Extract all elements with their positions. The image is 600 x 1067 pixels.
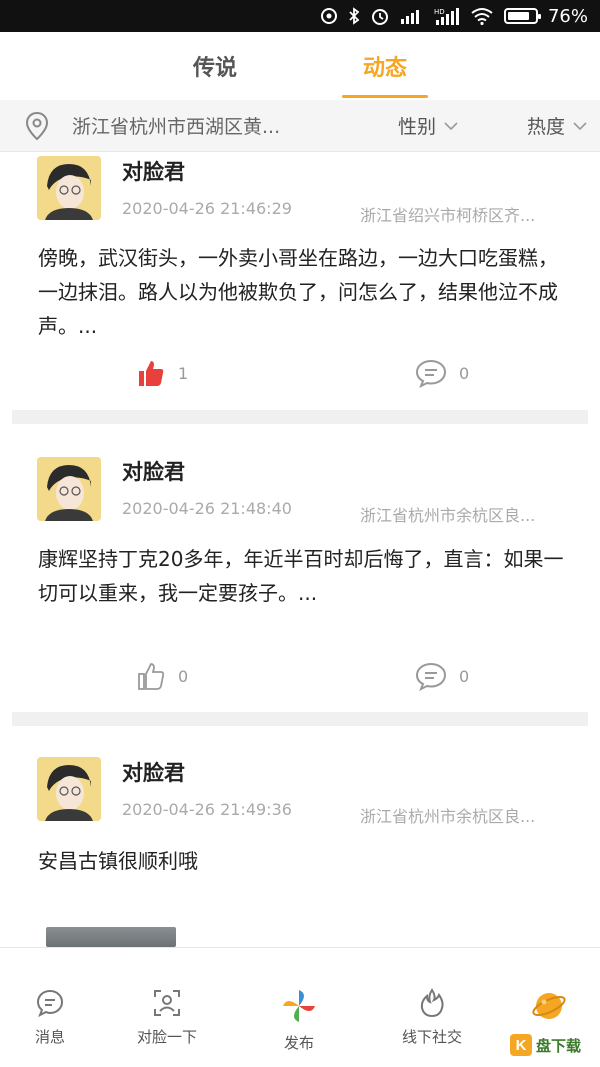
nav-label: 消息 xyxy=(34,1028,65,1046)
bluetooth-icon xyxy=(348,7,360,25)
filter-bar: 浙江省杭州市西湖区黄... 性别 热度 xyxy=(0,100,600,152)
post-author[interactable]: 对脸君 xyxy=(122,757,185,787)
thumbs-up-icon xyxy=(138,663,165,690)
post-content[interactable]: 傍晚，武汉街头，一外卖小哥坐在路边，一边大口吃蛋糕，一边抹泪。路人以为他被欺负了… xyxy=(38,241,568,343)
post-time: 2020-04-26 21:46:29 xyxy=(122,199,292,218)
post-content[interactable]: 安昌古镇很顺利哦 xyxy=(38,844,568,878)
post-card[interactable]: 对脸君 2020-04-26 21:46:29 浙江省绍兴市柯桥区齐... 傍晚… xyxy=(0,152,600,410)
wifi-icon xyxy=(470,7,494,25)
thumbs-up-icon xyxy=(139,361,164,386)
post-image[interactable] xyxy=(46,927,176,947)
chevron-down-icon xyxy=(573,121,587,130)
comment-button[interactable]: 0 xyxy=(415,661,469,691)
location-pin-icon[interactable] xyxy=(24,111,50,141)
gender-filter[interactable]: 性别 xyxy=(398,112,458,139)
post-card[interactable]: 对脸君 2020-04-26 21:48:40 浙江省杭州市余杭区良... 康辉… xyxy=(0,424,600,712)
nav-offline-social[interactable]: 线下社交 xyxy=(382,948,482,1067)
svg-text:HD: HD xyxy=(434,8,445,16)
post-time: 2020-04-26 21:48:40 xyxy=(122,499,292,518)
comment-button[interactable]: 0 xyxy=(415,358,469,388)
hd-signal-icon: HD xyxy=(434,7,460,25)
comment-count: 0 xyxy=(459,666,470,686)
post-card[interactable]: 对脸君 2020-04-26 21:49:36 浙江省杭州市余杭区良... 安昌… xyxy=(0,726,600,947)
like-count: 1 xyxy=(178,363,189,383)
signal-icon xyxy=(400,8,424,24)
comment-icon xyxy=(415,662,447,691)
like-count: 0 xyxy=(178,666,189,686)
post-content[interactable]: 康辉坚持丁克20多年，年近半百时却后悔了，直言：如果一切可以重来，我一定要孩子。… xyxy=(38,542,568,610)
chevron-down-icon xyxy=(444,121,458,130)
k-logo-icon: K xyxy=(510,1034,532,1056)
post-location: 浙江省杭州市余杭区良... xyxy=(360,506,536,525)
tab-moments[interactable]: 动态 xyxy=(340,32,430,100)
watermark-logo: K 盘下载 xyxy=(510,1028,594,1062)
watermark-text: 盘下载 xyxy=(536,1036,582,1055)
alarm-icon xyxy=(370,6,390,26)
top-tabs: 传说 动态 xyxy=(0,32,600,100)
tab-legend[interactable]: 传说 xyxy=(170,32,260,100)
post-location: 浙江省杭州市余杭区良... xyxy=(360,807,536,826)
nav-label: 发布 xyxy=(283,1034,314,1052)
post-location: 浙江省绍兴市柯桥区齐... xyxy=(360,206,536,225)
divider xyxy=(12,712,588,726)
nav-label: 线下社交 xyxy=(401,1028,462,1046)
nav-label: 对脸一下 xyxy=(136,1028,197,1046)
avatar[interactable] xyxy=(37,457,101,521)
planet-icon xyxy=(532,993,566,1019)
heat-filter[interactable]: 热度 xyxy=(527,112,587,139)
like-button[interactable]: 0 xyxy=(136,661,188,691)
comment-icon xyxy=(415,359,447,388)
status-bar: HD 76% xyxy=(0,0,600,32)
nav-face-match[interactable]: 对脸一下 xyxy=(117,948,217,1067)
divider xyxy=(12,410,588,424)
battery-icon xyxy=(503,8,541,24)
post-author[interactable]: 对脸君 xyxy=(122,456,185,486)
heat-filter-label: 热度 xyxy=(527,116,566,138)
like-button[interactable]: 1 xyxy=(136,358,188,388)
post-author[interactable]: 对脸君 xyxy=(122,156,185,186)
avatar[interactable] xyxy=(37,156,101,220)
message-icon xyxy=(36,989,64,1018)
pinwheel-icon xyxy=(283,990,315,1022)
current-location[interactable]: 浙江省杭州市西湖区黄... xyxy=(72,112,322,139)
gender-filter-label: 性别 xyxy=(398,116,437,138)
comment-count: 0 xyxy=(459,363,470,383)
nav-messages[interactable]: 消息 xyxy=(0,948,100,1067)
avatar[interactable] xyxy=(37,757,101,821)
flame-icon xyxy=(420,988,444,1018)
hotspot-icon xyxy=(320,7,338,25)
feed-list[interactable]: 对脸君 2020-04-26 21:46:29 浙江省绍兴市柯桥区齐... 傍晚… xyxy=(0,152,600,947)
nav-publish[interactable]: 发布 xyxy=(249,948,349,1067)
face-scan-icon xyxy=(154,990,180,1016)
battery-percent: 76% xyxy=(547,5,588,27)
post-time: 2020-04-26 21:49:36 xyxy=(122,800,292,819)
